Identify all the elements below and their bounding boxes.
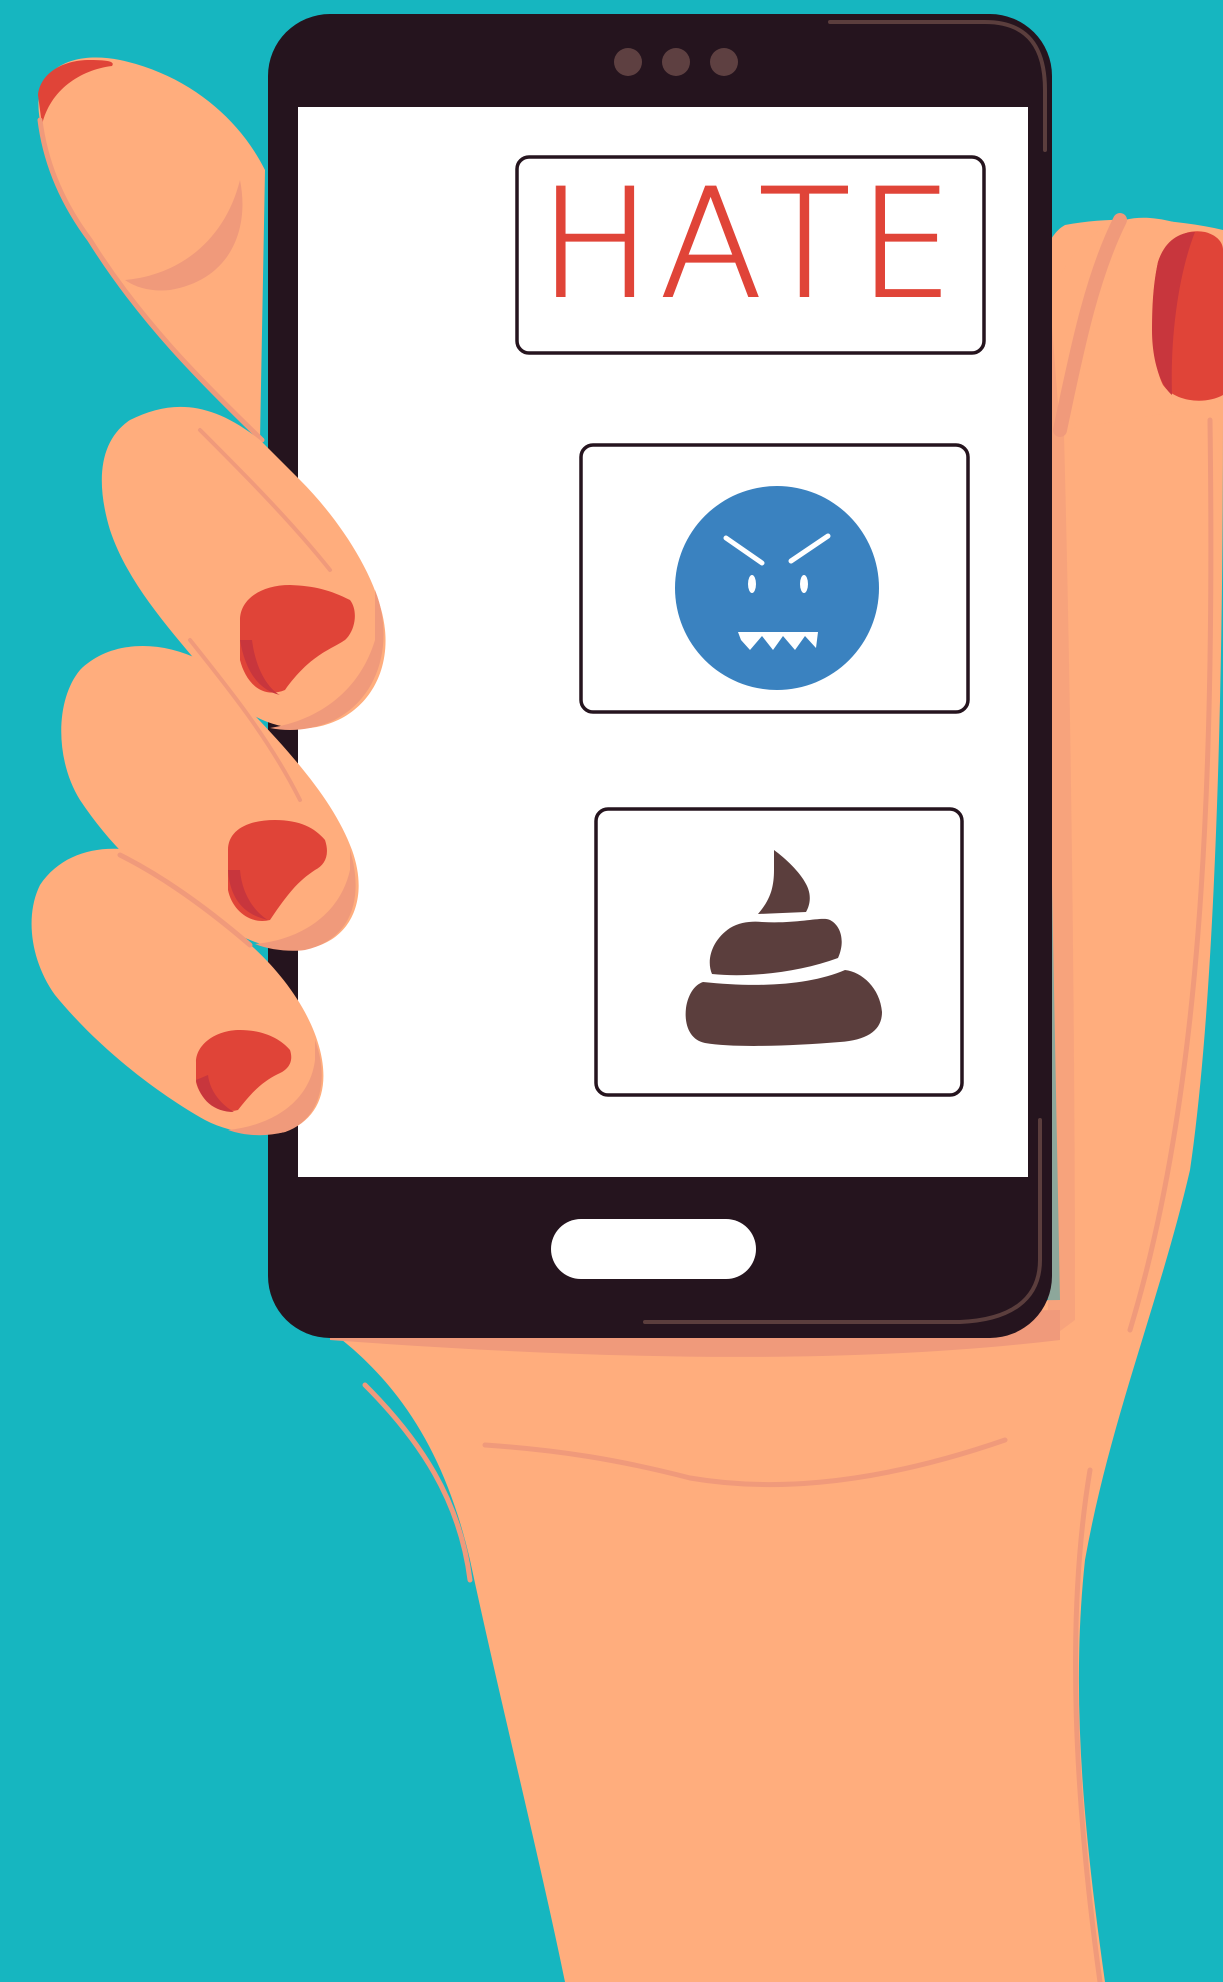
illustration-canvas: HATE — [0, 0, 1223, 1982]
hand-holding-phone-illustration: HATE — [0, 0, 1223, 1982]
angry-face-icon — [675, 486, 879, 690]
camera-dot — [662, 48, 690, 76]
poop-card[interactable] — [594, 807, 964, 1097]
home-button[interactable] — [551, 1219, 756, 1279]
camera-dot — [614, 48, 642, 76]
hate-card[interactable]: HATE — [515, 155, 986, 355]
angry-face-card[interactable] — [579, 443, 970, 714]
hate-title: HATE — [539, 158, 961, 332]
camera-dot — [710, 48, 738, 76]
